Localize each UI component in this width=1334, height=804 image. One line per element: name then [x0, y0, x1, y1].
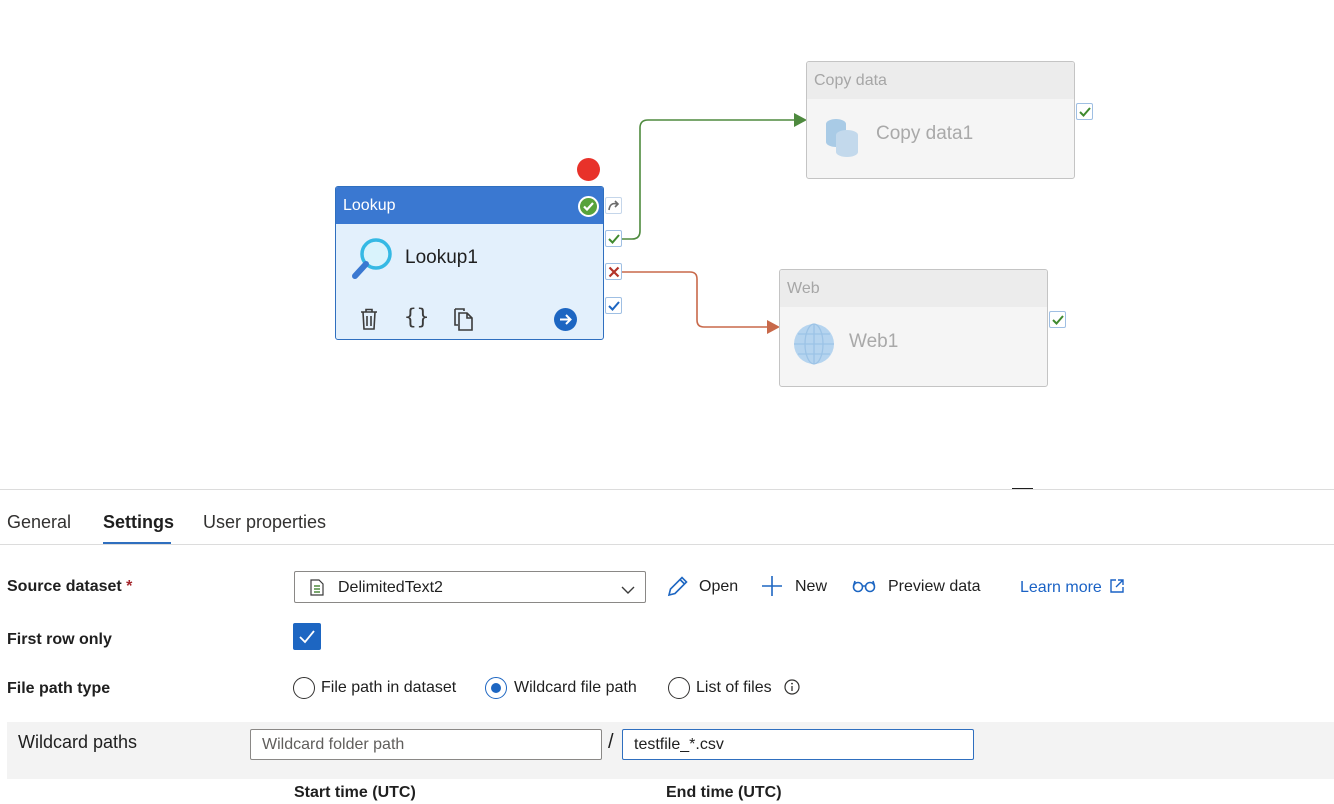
pipeline-canvas[interactable]: Lookup Lookup1 {} Copy data Copy data1 W…: [0, 0, 1334, 490]
success-port[interactable]: [605, 230, 622, 247]
lookup-activity-name: Lookup1: [405, 247, 478, 268]
chevron-down-icon: [621, 582, 635, 600]
go-to-output-icon[interactable]: [554, 308, 577, 331]
source-dataset-value: DelimitedText2: [338, 579, 443, 596]
source-dataset-dropdown[interactable]: DelimitedText2: [294, 571, 646, 603]
external-link-icon: [1110, 579, 1124, 593]
connectors: [622, 113, 807, 334]
radio-wildcard-file-path[interactable]: [485, 677, 507, 699]
tabs-divider: [0, 544, 1334, 545]
radio-file-path-in-dataset-label[interactable]: File path in dataset: [321, 679, 456, 697]
success-connector: [622, 119, 795, 240]
activity-properties-panel: General Settings User properties Source …: [0, 489, 1334, 804]
add-icon[interactable]: [761, 575, 783, 602]
copy-data-success-port[interactable]: [1076, 103, 1093, 120]
wildcard-folder-path-input[interactable]: Wildcard folder path: [250, 729, 602, 760]
error-indicator: [577, 158, 600, 181]
lookup-magnifier-icon: [350, 236, 394, 287]
copy-data-activity[interactable]: Copy data Copy data1: [806, 61, 1075, 179]
radio-list-of-files[interactable]: [668, 677, 690, 699]
tab-general[interactable]: General: [7, 512, 71, 533]
copy-data-activity-type: Copy data: [807, 62, 1074, 99]
edit-icon[interactable]: [666, 575, 689, 603]
new-button[interactable]: New: [795, 578, 827, 596]
wildcard-file-name-input[interactable]: testfile_*.csv: [622, 729, 974, 760]
tab-settings[interactable]: Settings: [103, 512, 174, 533]
end-time-label: End time (UTC): [666, 784, 782, 801]
web-activity-type: Web: [780, 270, 1047, 307]
learn-more-link[interactable]: Learn more: [1020, 578, 1125, 597]
code-icon[interactable]: {}: [404, 305, 429, 329]
web-activity-name: Web1: [849, 331, 899, 352]
open-button[interactable]: Open: [699, 578, 738, 596]
lookup-activity[interactable]: Lookup Lookup1 {}: [335, 186, 604, 340]
lookup-activity-type: Lookup: [336, 187, 603, 224]
failure-port[interactable]: [605, 263, 622, 280]
radio-file-path-in-dataset[interactable]: [293, 677, 315, 699]
preview-glasses-icon[interactable]: [852, 579, 876, 598]
wildcard-paths-row: Wildcard paths Wildcard folder path / te…: [7, 722, 1334, 779]
web-success-port[interactable]: [1049, 311, 1066, 328]
first-row-only-checkbox[interactable]: [293, 623, 321, 650]
required-marker: *: [126, 578, 133, 595]
info-icon[interactable]: [784, 679, 800, 700]
first-row-only-label: First row only: [7, 631, 112, 648]
copy-data-icon: [823, 116, 863, 163]
copy-icon[interactable]: [452, 307, 476, 336]
file-path-type-label: File path type: [7, 680, 111, 697]
copy-data-activity-name: Copy data1: [876, 123, 974, 144]
tab-user-properties[interactable]: User properties: [203, 512, 326, 533]
start-time-label: Start time (UTC): [294, 784, 416, 801]
source-dataset-label: Source dataset *: [7, 578, 133, 595]
preview-data-button[interactable]: Preview data: [888, 578, 981, 596]
completion-port[interactable]: [605, 297, 622, 314]
path-separator: /: [608, 731, 614, 753]
web-activity[interactable]: Web Web1: [779, 269, 1048, 387]
radio-list-of-files-label[interactable]: List of files: [696, 679, 772, 697]
skip-port[interactable]: [605, 197, 622, 214]
failure-connector: [622, 271, 768, 328]
globe-icon: [792, 322, 836, 371]
dataset-file-icon: [310, 579, 324, 601]
delete-icon[interactable]: [358, 307, 380, 336]
validated-icon: [578, 196, 599, 217]
radio-wildcard-file-path-label[interactable]: Wildcard file path: [514, 679, 637, 697]
wildcard-paths-label: Wildcard paths: [18, 732, 138, 752]
